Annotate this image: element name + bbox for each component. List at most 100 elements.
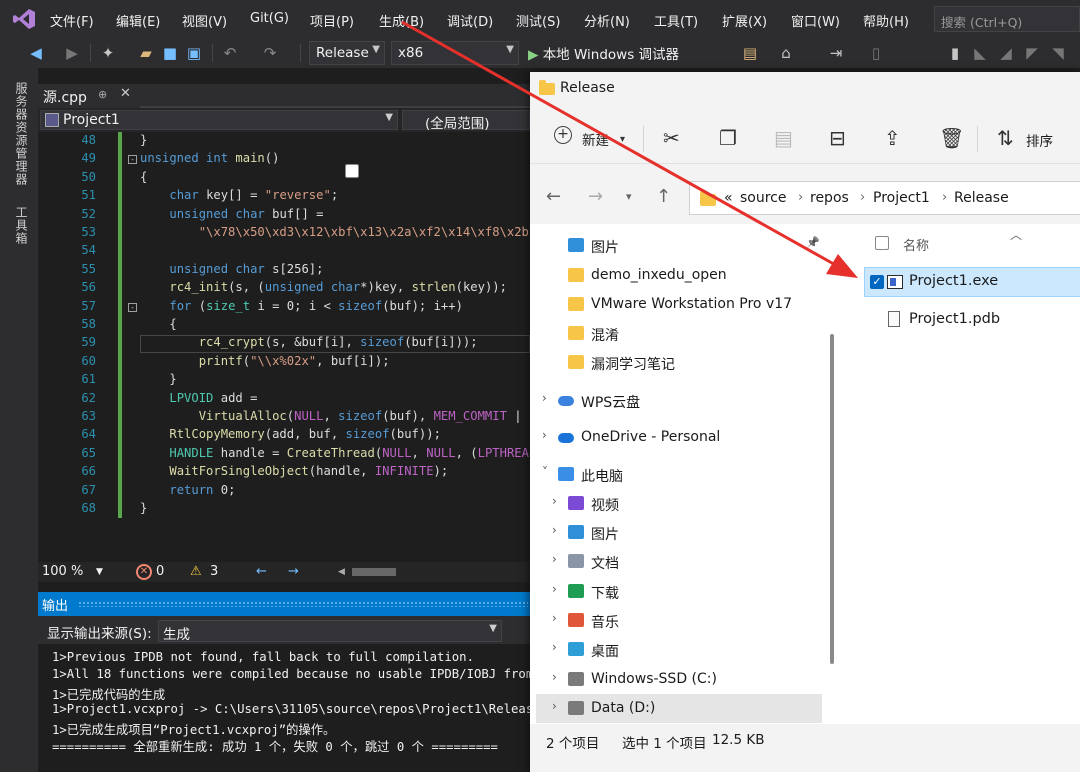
code-line[interactable]: 57 - for (size_t i = 0; i < sizeof(buf); …: [38, 299, 530, 317]
chevron-right-icon[interactable]: ›: [552, 699, 557, 713]
visual-studio-logo-icon[interactable]: [12, 8, 36, 30]
nav-item[interactable]: › 下载: [530, 577, 826, 606]
nav-item[interactable]: 图片 📌: [530, 231, 826, 260]
redo-icon[interactable]: ↷: [260, 43, 280, 63]
breadcrumb-source[interactable]: source: [740, 190, 787, 206]
code-line[interactable]: 52 unsigned char buf[] =: [38, 207, 530, 225]
error-icon[interactable]: ✕: [136, 564, 152, 580]
share-icon[interactable]: ⇪: [884, 126, 901, 150]
output-source-select[interactable]: 生成 ▼: [158, 620, 502, 643]
nav-item[interactable]: › 文档: [530, 547, 826, 576]
pin-icon[interactable]: ⊕: [98, 88, 107, 101]
chevron-right-icon[interactable]: ›: [552, 523, 557, 537]
fold-toggle-icon[interactable]: -: [128, 302, 137, 312]
copy-icon[interactable]: ❐: [719, 126, 737, 150]
up-icon[interactable]: ↑: [656, 186, 671, 207]
home-icon[interactable]: ⌂: [776, 43, 796, 63]
sort-icon[interactable]: ⇅: [997, 126, 1014, 150]
open-folder-icon[interactable]: ▰: [136, 43, 156, 63]
column-header-name[interactable]: 名称: [903, 235, 929, 254]
bookmark-folder-icon[interactable]: ◤: [1022, 43, 1042, 63]
scroll-left-icon[interactable]: ◀: [338, 567, 345, 577]
nav-item[interactable]: › 桌面: [530, 635, 826, 664]
file-row-exe[interactable]: ✓ Project1.exe: [864, 267, 1080, 297]
chevron-right-icon[interactable]: ›: [552, 670, 557, 684]
chevron-right-icon[interactable]: ›: [542, 428, 547, 442]
code-line[interactable]: 49 - unsigned int main(): [38, 151, 530, 169]
address-bar[interactable]: « source › repos › Project1 › Release: [689, 181, 1080, 215]
configuration-select[interactable]: Release ▼: [309, 41, 385, 65]
nav-item[interactable]: › 图片: [530, 518, 826, 547]
select-all-checkbox[interactable]: [345, 164, 359, 178]
bookmark-icon[interactable]: ▮: [945, 43, 965, 63]
menu-build[interactable]: 生成(B): [379, 11, 424, 30]
nav-item[interactable]: 漏洞学习笔记: [530, 348, 826, 377]
forward-icon[interactable]: →: [588, 186, 603, 207]
menu-view[interactable]: 视图(V): [182, 11, 227, 30]
paste-icon[interactable]: ▤: [774, 126, 793, 150]
platform-select[interactable]: x86 ▼: [391, 41, 519, 65]
save-all-icon[interactable]: ▣: [184, 43, 204, 63]
output-text[interactable]: 1>Previous IPDB not found, fall back to …: [38, 644, 530, 772]
chevron-right-icon[interactable]: ›: [552, 640, 557, 654]
toolbar-misc-icon[interactable]: ▯: [866, 43, 886, 63]
chevron-down-icon[interactable]: ˅: [542, 465, 548, 479]
delete-icon[interactable]: 🗑: [939, 126, 964, 150]
nav-item[interactable]: VMware Workstation Pro v17: [530, 290, 826, 319]
code-line[interactable]: 56 rc4_init(s, (unsigned char*)key, strl…: [38, 280, 530, 298]
checkmark-icon[interactable]: ✓: [870, 275, 884, 289]
menu-file[interactable]: 文件(F): [50, 11, 94, 30]
recent-chevron-icon[interactable]: ▾: [626, 190, 632, 203]
menu-test[interactable]: 测试(S): [516, 11, 560, 30]
forward-icon[interactable]: ▶: [62, 43, 82, 63]
menu-window[interactable]: 窗口(W): [791, 11, 840, 30]
nav-back-icon[interactable]: ←: [256, 564, 267, 579]
nav-item[interactable]: › 音乐: [530, 606, 826, 635]
nav-item[interactable]: 混淆: [530, 319, 826, 348]
code-line[interactable]: 55 unsigned char s[256];: [38, 262, 530, 280]
menu-debug[interactable]: 调试(D): [447, 11, 493, 30]
browse-folder-icon[interactable]: ▤: [740, 43, 760, 63]
chevron-right-icon[interactable]: ›: [542, 391, 547, 405]
scope-select[interactable]: (全局范围): [402, 110, 530, 132]
fold-toggle-icon[interactable]: -: [128, 155, 137, 165]
step-icon[interactable]: ⇥: [826, 43, 846, 63]
search-box[interactable]: 搜索 (Ctrl+Q): [934, 6, 1080, 32]
header-checkbox[interactable]: [875, 236, 889, 250]
code-line[interactable]: 53 "\x78\x50\xd3\x12\xbf\x13\x2a\xf2\x14…: [38, 225, 530, 243]
nav-item[interactable]: › 视频: [530, 489, 826, 518]
back-icon[interactable]: ←: [546, 186, 561, 207]
bookmark-next-icon[interactable]: ◢: [996, 43, 1016, 63]
code-line[interactable]: 51 char key[] = "reverse";: [38, 188, 530, 206]
server-explorer-tab[interactable]: 服务器资源管理器: [13, 82, 30, 186]
bookmark-clear-icon[interactable]: ◥: [1048, 43, 1068, 63]
horizontal-scrollbar[interactable]: [352, 568, 396, 576]
chevron-right-icon[interactable]: ›: [552, 494, 557, 508]
bookmark-prev-icon[interactable]: ◣: [970, 43, 990, 63]
nav-item[interactable]: › WPS云盘: [530, 386, 826, 415]
code-line[interactable]: 63 VirtualAlloc(NULL, sizeof(buf), MEM_C…: [38, 409, 530, 427]
undo-icon[interactable]: ↶: [220, 43, 240, 63]
code-line[interactable]: 64 RtlCopyMemory(add, buf, sizeof(buf));: [38, 427, 530, 445]
chevron-right-icon[interactable]: ›: [552, 552, 557, 566]
nav-item[interactable]: demo_inxedu_open: [530, 261, 826, 290]
menu-extensions[interactable]: 扩展(X): [722, 11, 767, 30]
pin-icon[interactable]: 📌: [806, 236, 820, 249]
code-line[interactable]: 66 WaitForSingleObject(handle, INFINITE)…: [38, 464, 530, 482]
code-line[interactable]: 58 {: [38, 317, 530, 335]
zoom-level[interactable]: 100 %: [42, 564, 83, 579]
breadcrumb-project1[interactable]: Project1: [873, 190, 930, 206]
breadcrumb-more[interactable]: «: [724, 190, 733, 206]
chevron-right-icon[interactable]: ›: [552, 611, 557, 625]
warning-icon[interactable]: ⚠: [190, 564, 202, 579]
file-row-pdb[interactable]: Project1.pdb: [864, 306, 1080, 336]
code-line[interactable]: 60 printf("\\x%02x", buf[i]);: [38, 354, 530, 372]
nav-item[interactable]: ˅ 此电脑: [530, 460, 826, 489]
code-line[interactable]: 48}: [38, 133, 530, 151]
cut-icon[interactable]: ✂: [663, 126, 680, 150]
nav-item[interactable]: › Windows-SSD (C:): [530, 665, 826, 694]
chevron-down-icon[interactable]: ▼: [96, 567, 103, 577]
nav-item[interactable]: › OneDrive - Personal: [530, 423, 826, 452]
code-line[interactable]: 65 HANDLE handle = CreateThread(NULL, NU…: [38, 446, 530, 464]
breadcrumb-repos[interactable]: repos: [810, 190, 849, 206]
